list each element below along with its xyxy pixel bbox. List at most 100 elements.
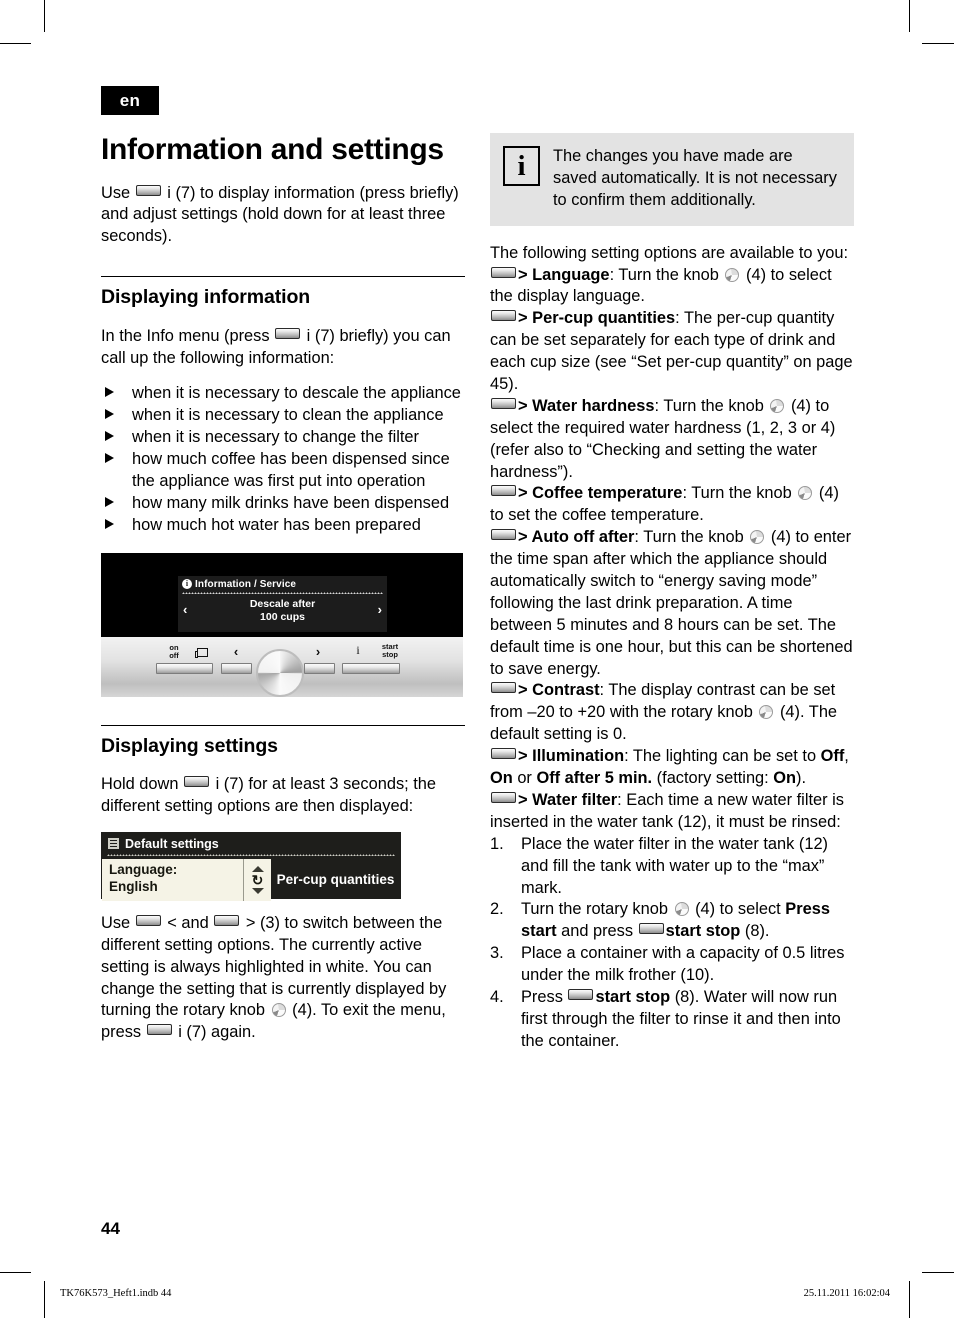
touch-button-icon	[214, 914, 240, 926]
step-number: 3.	[490, 944, 504, 963]
settings-lead-paragraph: The following setting options are availa…	[490, 243, 849, 262]
hold-down-text-a: Hold down	[101, 775, 184, 794]
list-item: when it is necessary to change the filte…	[101, 427, 465, 449]
footer-filename: TK76K573_Heft1.indb 44	[60, 1288, 172, 1299]
setting-prefix: >	[518, 396, 533, 415]
rotary-knob-icon	[759, 705, 774, 720]
list-item: when it is necessary to descale the appl…	[101, 383, 465, 405]
setting-text-a: : Turn the knob	[654, 396, 769, 415]
setting-per-cup-quantities: > Per-cup quantities: The per-cup quanti…	[490, 308, 854, 396]
onoff-key	[156, 662, 213, 674]
touch-button-icon	[184, 776, 210, 788]
control-panel-image: i Information / Service ‹ › Descale afte…	[101, 552, 463, 697]
list-item-label: when it is necessary to descale the appl…	[132, 384, 461, 403]
setting-name: Illumination	[532, 747, 625, 766]
info-key-label: i	[356, 642, 360, 657]
cycle-arrows-icon: ↻	[251, 871, 264, 888]
triangle-bullet-icon	[105, 387, 114, 398]
rotary-knob	[256, 648, 304, 697]
section-heading-displaying-information: Displaying information	[101, 286, 311, 309]
switch-text-a: Use	[101, 913, 135, 932]
water-filter-steps: 1. Place the water filter in the water ta…	[490, 834, 854, 1053]
touch-button-icon	[491, 791, 516, 803]
lcd-header: i Information / Service	[178, 576, 387, 590]
setting-name: Water hardness	[532, 396, 655, 415]
lcd-screen: i Information / Service ‹ › Descale afte…	[178, 575, 387, 632]
illumination-factory-setting: On	[773, 769, 797, 788]
onoff-key-label: on off	[169, 642, 179, 660]
hold-down-paragraph: Hold down i (7) for at least 3 seconds; …	[101, 774, 465, 818]
setting-water-hardness: > Water hardness: Turn the knob (4) to s…	[490, 396, 854, 484]
right-key-label: ›	[315, 643, 321, 659]
illumination-text-c: ).	[796, 769, 807, 788]
switch-options-paragraph: Use < and > (3) to switch between the di…	[101, 913, 465, 1044]
switch-text-e: i (7) again.	[173, 1023, 256, 1042]
rotary-knob-icon	[770, 398, 785, 413]
setting-name: Water filter	[532, 790, 618, 809]
display-header-title: Default settings	[125, 836, 219, 851]
touch-button-icon	[638, 923, 664, 935]
touch-button-icon	[491, 266, 516, 278]
list-item-label: when it is necessary to change the filte…	[132, 428, 419, 447]
touch-button-icon	[135, 914, 161, 926]
touch-button-icon	[568, 988, 594, 1000]
touch-button-icon	[491, 485, 516, 497]
setting-name: Contrast	[532, 681, 600, 700]
lcd-background: i Information / Service ‹ › Descale afte…	[101, 552, 463, 637]
step-text-b: (4) to select	[690, 900, 786, 919]
triangle-bullet-icon	[105, 496, 114, 507]
lcd-left-arrow-icon: ‹	[183, 601, 188, 617]
right-key	[304, 662, 335, 674]
illumination-text-a: : The lighting can be set to	[624, 747, 821, 766]
step-number: 1.	[490, 834, 504, 853]
setting-water-filter: > Water filter: Each time a new water fi…	[490, 790, 854, 834]
display-active-setting-value: English	[109, 878, 158, 894]
rotary-knob-icon	[725, 267, 740, 282]
manual-page: en Information and settings Use i (7) to…	[0, 0, 954, 1318]
information-icon-glyph: i	[517, 149, 526, 182]
list-item: 4. Press start stop (8). Water will now r…	[490, 987, 854, 1053]
page-number: 44	[101, 1219, 120, 1238]
page-title: Information and settings	[101, 133, 444, 166]
illumination-option-on: On	[490, 769, 513, 788]
intro-text-a: Use	[101, 183, 135, 202]
lcd-dotted-divider	[182, 591, 383, 594]
information-icon: i	[503, 146, 540, 186]
touch-button-icon	[491, 397, 516, 409]
list-item-label: how many milk drinks have been dispensed	[132, 493, 450, 512]
triangle-bullet-icon	[105, 518, 114, 529]
display-header: Default settings	[102, 833, 400, 851]
list-item: 1. Place the water filter in the water ta…	[490, 834, 854, 900]
info-menu-text-a: In the Info menu (press	[101, 326, 275, 345]
intro-paragraph: Use i (7) to display information (press …	[101, 183, 465, 249]
list-item: 3. Place a container with a capacity of 0…	[490, 943, 854, 987]
touch-button-icon	[146, 1024, 172, 1036]
section-heading-displaying-settings: Displaying settings	[101, 734, 278, 757]
setting-prefix: >	[518, 484, 533, 503]
switch-text-b: < and	[162, 913, 214, 932]
touch-button-icon	[491, 682, 516, 694]
rotary-knob-icon	[271, 1003, 286, 1018]
rotary-knob-icon	[674, 902, 689, 917]
list-item-label: when it is necessary to clean the applia…	[132, 406, 444, 425]
setting-prefix: >	[518, 681, 533, 700]
lcd-body: ‹ › Descale after 100 cups	[178, 597, 387, 627]
setting-prefix: >	[518, 265, 533, 284]
setting-text-a: : Turn the knob	[609, 265, 724, 284]
list-item-label: how much coffee has been dispensed since…	[132, 450, 450, 491]
display-active-setting: Language: English	[102, 858, 243, 901]
lcd-message: Descale after 100 cups	[178, 597, 387, 624]
info-circle-icon: i	[182, 579, 192, 590]
start-stop-label: start stop	[595, 987, 671, 1006]
display-active-setting-label: Language:	[109, 861, 178, 877]
rotary-knob-icon	[798, 486, 813, 501]
step-number: 2.	[490, 900, 504, 919]
step-text-a: Press	[521, 987, 568, 1006]
setting-name: Language	[532, 265, 610, 284]
touch-button-icon	[491, 529, 516, 541]
setting-name: Coffee temperature	[532, 484, 683, 503]
lcd-title: Information / Service	[195, 578, 297, 590]
setting-name: Per-cup quantities	[532, 309, 676, 328]
step-text: Place the water filter in the water tank…	[521, 834, 829, 897]
info-menu-paragraph: In the Info menu (press i (7) briefly) y…	[101, 326, 465, 370]
